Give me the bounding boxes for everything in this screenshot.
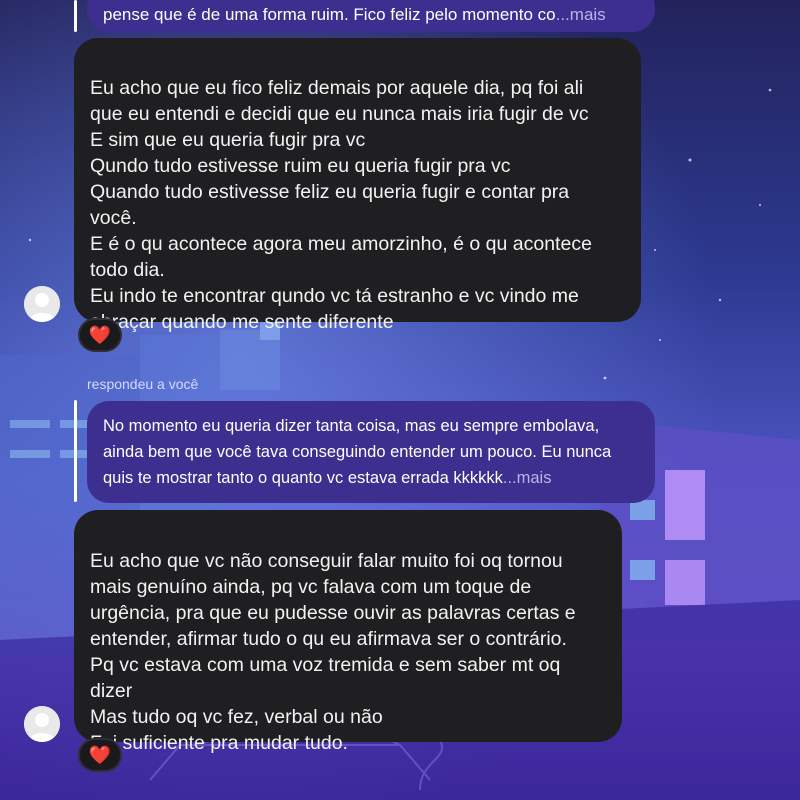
message-bubble[interactable]: Eu acho que vc não conseguir falar muito… xyxy=(74,510,622,754)
message-text: Eu acho que vc não conseguir falar muito… xyxy=(90,550,576,754)
default-user-avatar-icon xyxy=(24,286,60,322)
message-thread: pense que é de uma forma ruim. Fico feli… xyxy=(0,0,800,800)
quoted-more-link[interactable]: ...mais xyxy=(503,469,552,487)
reply-context-label: respondeu a você xyxy=(87,376,199,392)
message-text: Eu acho que eu fico feliz demais por aqu… xyxy=(90,77,592,333)
sender-avatar[interactable] xyxy=(24,286,60,322)
message-bubble[interactable]: Eu acho que eu fico feliz demais por aqu… xyxy=(74,38,641,333)
quoted-message-bubble[interactable]: No momento eu queria dizer tanta coisa, … xyxy=(87,401,655,503)
heart-reaction-icon: ❤️ xyxy=(88,324,112,345)
reaction-badge[interactable]: ❤️ xyxy=(78,738,122,772)
quoted-message-text: pense que é de uma forma ruim. Fico feli… xyxy=(103,5,556,24)
quoted-message-bubble[interactable]: pense que é de uma forma ruim. Fico feli… xyxy=(87,0,655,32)
default-user-avatar-icon xyxy=(24,706,60,742)
sender-avatar[interactable] xyxy=(24,706,60,742)
quote-indicator-bar xyxy=(74,0,77,32)
heart-reaction-icon: ❤️ xyxy=(88,744,112,765)
reaction-badge[interactable]: ❤️ xyxy=(78,318,122,352)
quoted-more-link[interactable]: ...mais xyxy=(556,5,606,24)
quote-indicator-bar xyxy=(74,400,77,502)
